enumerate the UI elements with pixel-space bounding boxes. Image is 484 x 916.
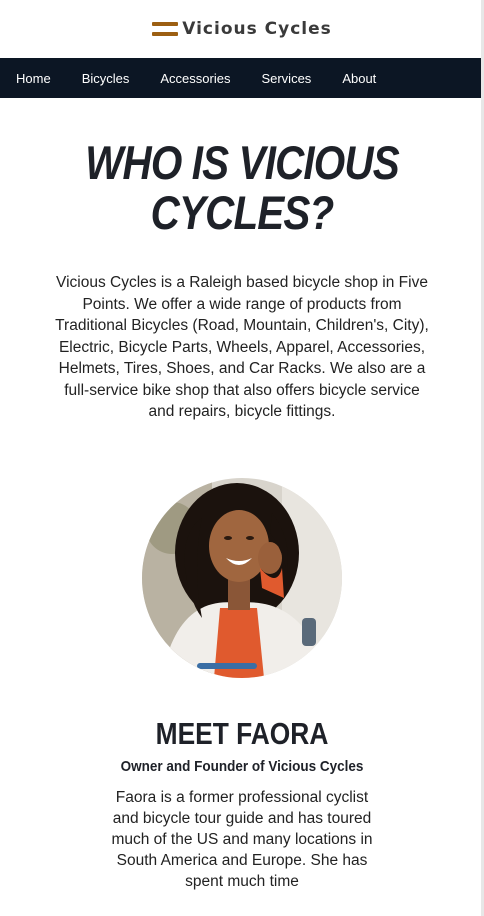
- brand-logo-link[interactable]: Vicious Cycles: [152, 19, 332, 39]
- page-title: WHO IS VICIOUS CYCLES?: [85, 136, 399, 239]
- nav-item-accessories[interactable]: Accessories: [160, 71, 230, 86]
- intro-paragraph: Vicious Cycles is a Raleigh based bicycl…: [55, 274, 429, 420]
- owner-photo: [142, 477, 342, 678]
- nav-item-about[interactable]: About: [342, 71, 376, 86]
- owner-portrait-icon: [142, 477, 342, 678]
- owner-bio: Faora is a former professional cyclist a…: [111, 788, 373, 890]
- brand-logo-icon: [152, 22, 179, 36]
- nav-item-services[interactable]: Services: [261, 71, 311, 86]
- owner-heading: MEET FAORA: [155, 715, 329, 751]
- brand-name: Vicious Cycles: [182, 19, 332, 39]
- main-content: WHO IS VICIOUS CYCLES? Vicious Cycles is…: [0, 138, 484, 892]
- main-nav: Home Bicycles Accessories Services About: [0, 58, 484, 98]
- about-page: Vicious Cycles Home Bicycles Accessories…: [0, 0, 484, 916]
- owner-subtitle: Owner and Founder of Vicious Cycles: [120, 757, 364, 775]
- site-header: Vicious Cycles: [0, 0, 484, 58]
- nav-item-home[interactable]: Home: [16, 71, 51, 86]
- nav-item-bicycles[interactable]: Bicycles: [82, 71, 130, 86]
